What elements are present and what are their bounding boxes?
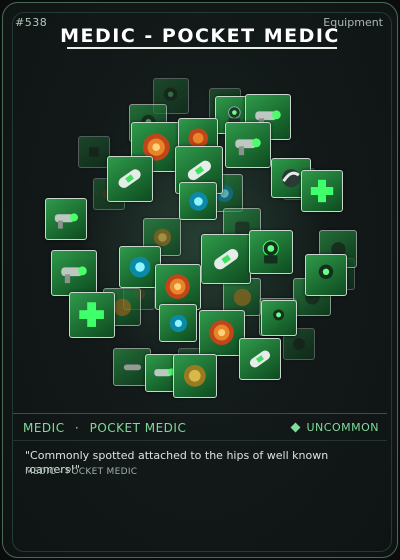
section-divider — [13, 440, 387, 441]
card-title: MEDIC - POCKET MEDIC — [60, 25, 340, 47]
title-underline — [67, 47, 337, 49]
droid-icon — [261, 300, 297, 336]
droid-icon — [78, 136, 110, 168]
category-separator: · — [74, 421, 80, 435]
healing-orb-icon — [173, 354, 217, 398]
section-divider — [13, 413, 387, 414]
droid-icon — [305, 254, 347, 296]
rarity-label: UNCOMMON — [306, 421, 379, 434]
bio-grenade-icon — [179, 182, 217, 220]
medkit-cross-icon — [301, 170, 343, 212]
item-name: POCKET MEDIC — [89, 421, 187, 435]
stim-syringe-icon — [239, 338, 281, 380]
droid-icon — [249, 230, 293, 274]
rarity-badge: UNCOMMON — [290, 421, 380, 434]
item-category: MEDIC · POCKET MEDIC — [23, 421, 186, 435]
stim-syringe-icon — [107, 156, 153, 202]
diamond-icon — [290, 422, 300, 433]
heal-gun-icon — [45, 198, 87, 240]
medkit-cross-icon — [69, 292, 115, 338]
bio-grenade-icon — [159, 304, 197, 342]
heal-gun-icon — [225, 122, 271, 168]
category-label: MEDIC — [23, 421, 65, 435]
equipment-card[interactable]: #538 Equipment MEDIC - POCKET MEDIC MEDI… — [2, 2, 398, 558]
card-artwork — [33, 78, 368, 398]
item-subname: MEDIC - POCKET MEDIC — [25, 467, 138, 477]
stim-syringe-icon — [201, 234, 251, 284]
heal-gun-icon — [51, 250, 97, 296]
